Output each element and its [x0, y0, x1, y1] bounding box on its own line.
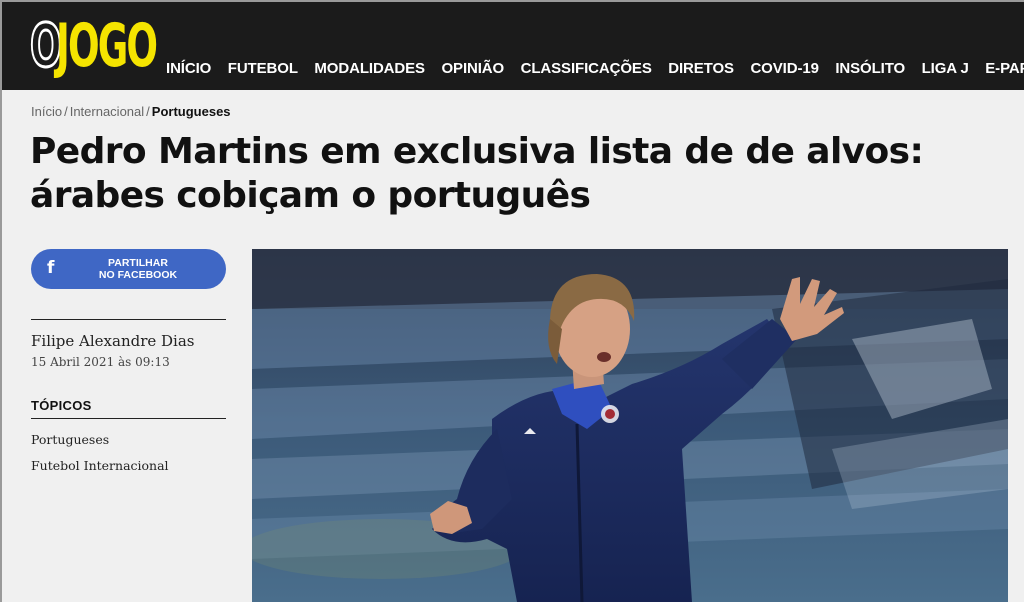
- main-nav: INÍCIO FUTEBOL MODALIDADES OPINIÃO CLASS…: [166, 60, 1024, 77]
- nav-item-diretos[interactable]: DIRETOS: [668, 60, 734, 77]
- share-facebook-button[interactable]: f PARTILHAR NO FACEBOOK: [31, 249, 226, 289]
- breadcrumb-separator: /: [64, 104, 68, 119]
- share-label-line2: NO FACEBOOK: [98, 269, 178, 281]
- nav-item-covid19[interactable]: COVID-19: [750, 60, 818, 77]
- article-title: Pedro Martins em exclusiva lista de de a…: [30, 130, 990, 218]
- topic-link-portugueses[interactable]: Portugueses: [31, 432, 109, 447]
- article-date: 15 Abril 2021 às 09:13: [31, 355, 170, 369]
- share-label-line1: PARTILHAR: [108, 257, 168, 269]
- facebook-icon: f: [47, 258, 55, 278]
- hero-photo-coach: [252, 249, 1008, 602]
- nav-item-e-paper[interactable]: E-PAPE: [985, 60, 1024, 77]
- logo-jogo-text: JOGO: [56, 11, 158, 81]
- breadcrumb-current[interactable]: Portugueses: [152, 104, 231, 119]
- divider: [31, 418, 226, 419]
- topics-heading: TÓPICOS: [31, 398, 92, 413]
- breadcrumb-link-inicio[interactable]: Início: [31, 104, 62, 119]
- topic-link-futebol-internacional[interactable]: Futebol Internacional: [31, 458, 169, 473]
- nav-item-insolito[interactable]: INSÓLITO: [835, 60, 905, 77]
- article-author[interactable]: Filipe Alexandre Dias: [31, 332, 195, 350]
- divider: [31, 319, 226, 320]
- nav-item-modalidades[interactable]: MODALIDADES: [314, 60, 425, 77]
- breadcrumb-separator: /: [146, 104, 150, 119]
- breadcrumb-link-internacional[interactable]: Internacional: [70, 104, 144, 119]
- nav-item-opiniao[interactable]: OPINIÃO: [441, 60, 504, 77]
- breadcrumb: Início / Internacional / Portugueses: [31, 104, 231, 119]
- article-hero-image: [252, 249, 1008, 602]
- nav-item-futebol[interactable]: FUTEBOL: [228, 60, 298, 77]
- site-header: O JOGO INÍCIO FUTEBOL MODALIDADES OPINIÃ…: [2, 2, 1024, 90]
- logo-o-letter: O: [29, 11, 62, 81]
- share-facebook-label: PARTILHAR NO FACEBOOK: [73, 257, 203, 281]
- article-title-line1: Pedro Martins em exclusiva lista de de a…: [30, 131, 924, 172]
- nav-item-inicio[interactable]: INÍCIO: [166, 60, 211, 77]
- article-title-line2: árabes cobiçam o português: [30, 175, 591, 216]
- nav-item-classificacoes[interactable]: CLASSIFICAÇÕES: [521, 60, 652, 77]
- nav-item-liga-j[interactable]: LIGA J: [922, 60, 969, 77]
